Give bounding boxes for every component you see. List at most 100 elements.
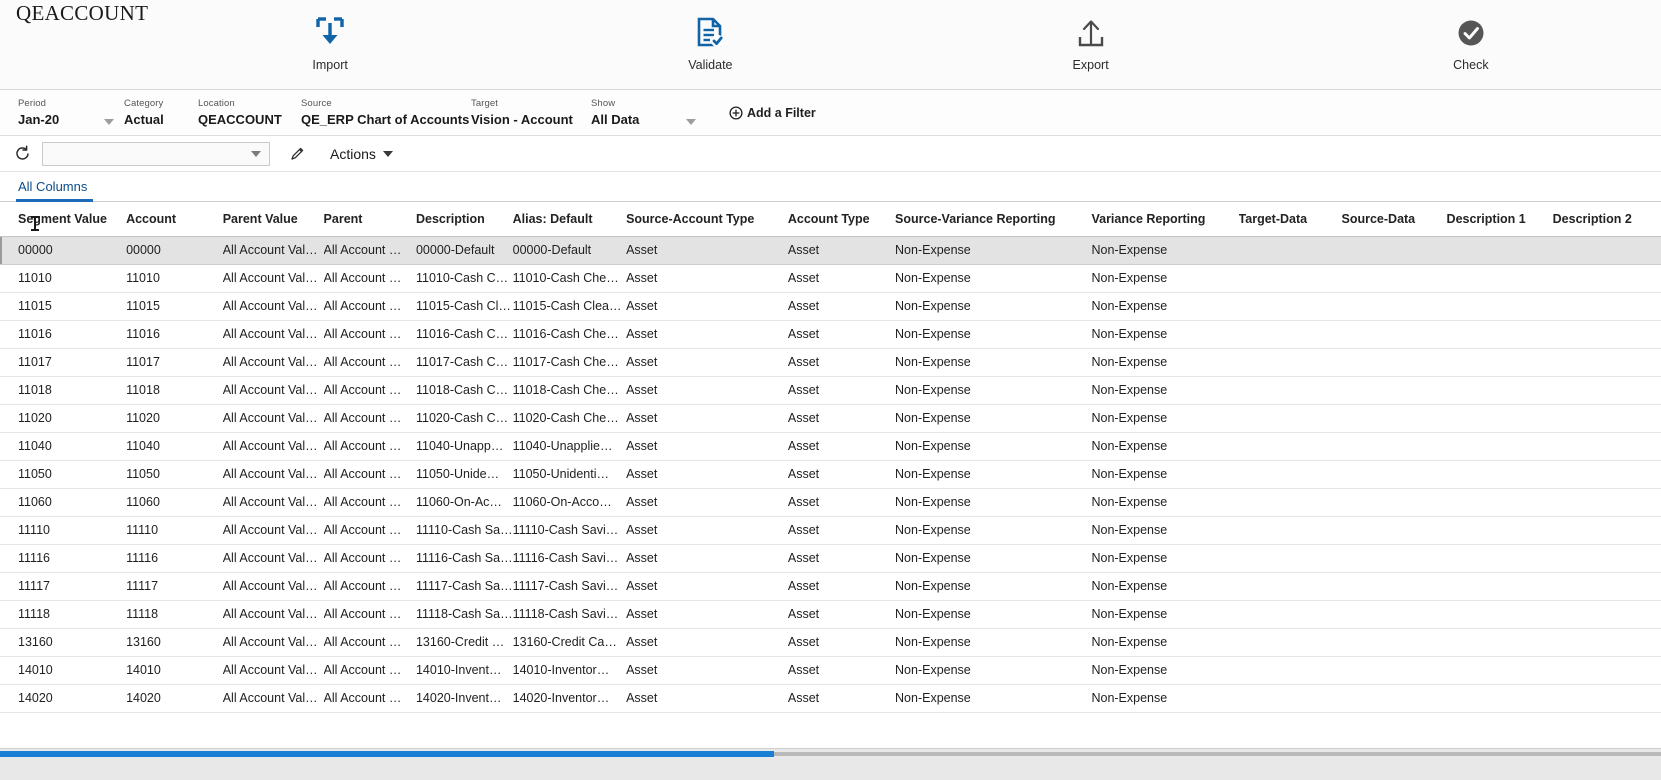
cell-alias_default[interactable]: 11015-Cash Clea… (513, 292, 626, 320)
cell-source_variance_reporting[interactable]: Non-Expense (895, 432, 1091, 460)
cell-variance_reporting[interactable]: Non-Expense (1091, 600, 1238, 628)
cell-description[interactable]: 11017-Cash C… (416, 348, 513, 376)
cell-account_type[interactable]: Asset (788, 572, 895, 600)
column-header-account[interactable]: Account (126, 202, 223, 236)
cell-description_2[interactable] (1553, 292, 1661, 320)
table-row[interactable]: 1102011020All Account Val…All Account …1… (0, 404, 1661, 432)
cell-parent_value[interactable]: All Account Val… (223, 292, 324, 320)
cell-variance_reporting[interactable]: Non-Expense (1091, 544, 1238, 572)
cell-source_account_type[interactable]: Asset (626, 684, 788, 712)
cell-description_1[interactable] (1447, 264, 1553, 292)
cell-parent_value[interactable]: All Account Val… (223, 656, 324, 684)
cell-description_2[interactable] (1553, 264, 1661, 292)
filter-category[interactable]: Category Actual (120, 90, 198, 136)
cell-source_variance_reporting[interactable]: Non-Expense (895, 264, 1091, 292)
cell-alias_default[interactable]: 11040-Unapplie… (513, 432, 626, 460)
cell-source_data[interactable] (1342, 572, 1447, 600)
cell-description_1[interactable] (1447, 404, 1553, 432)
cell-target_data[interactable] (1239, 628, 1342, 656)
cell-target_data[interactable] (1239, 432, 1342, 460)
cell-description_1[interactable] (1447, 572, 1553, 600)
cell-segment_value[interactable]: 11040 (0, 432, 126, 460)
chevron-down-icon[interactable] (251, 151, 261, 157)
cell-source_variance_reporting[interactable]: Non-Expense (895, 656, 1091, 684)
cell-source_account_type[interactable]: Asset (626, 460, 788, 488)
cell-parent[interactable]: All Account … (324, 488, 416, 516)
cell-parent[interactable]: All Account … (324, 348, 416, 376)
cell-account_type[interactable]: Asset (788, 488, 895, 516)
actions-menu-button[interactable]: Actions (330, 146, 393, 162)
cell-variance_reporting[interactable]: Non-Expense (1091, 264, 1238, 292)
table-row[interactable]: 0000000000All Account Val…All Account …0… (0, 236, 1661, 264)
cell-source_data[interactable] (1342, 236, 1447, 264)
cell-variance_reporting[interactable]: Non-Expense (1091, 292, 1238, 320)
cell-description[interactable]: 14020-Invent… (416, 684, 513, 712)
cell-description_1[interactable] (1447, 600, 1553, 628)
cell-variance_reporting[interactable]: Non-Expense (1091, 516, 1238, 544)
table-row[interactable]: 1316013160All Account Val…All Account …1… (0, 628, 1661, 656)
cell-segment_value[interactable]: 11110 (0, 516, 126, 544)
cell-account[interactable]: 11020 (126, 404, 223, 432)
horizontal-scrollbar[interactable] (0, 748, 1661, 780)
cell-alias_default[interactable]: 14020-Inventor… (513, 684, 626, 712)
cell-description_2[interactable] (1553, 376, 1661, 404)
chevron-down-icon[interactable] (104, 119, 114, 125)
table-row[interactable]: 1101711017All Account Val…All Account …1… (0, 348, 1661, 376)
cell-parent[interactable]: All Account … (324, 320, 416, 348)
cell-parent[interactable]: All Account … (324, 292, 416, 320)
cell-account[interactable]: 14010 (126, 656, 223, 684)
cell-source_variance_reporting[interactable]: Non-Expense (895, 544, 1091, 572)
cell-source_data[interactable] (1342, 684, 1447, 712)
cell-variance_reporting[interactable]: Non-Expense (1091, 404, 1238, 432)
cell-description[interactable]: 11040-Unapp… (416, 432, 513, 460)
cell-parent[interactable]: All Account … (324, 264, 416, 292)
cell-account_type[interactable]: Asset (788, 376, 895, 404)
cell-variance_reporting[interactable]: Non-Expense (1091, 628, 1238, 656)
cell-source_account_type[interactable]: Asset (626, 292, 788, 320)
cell-parent[interactable]: All Account … (324, 656, 416, 684)
cell-account[interactable]: 11110 (126, 516, 223, 544)
cell-segment_value[interactable]: 11117 (0, 572, 126, 600)
cell-target_data[interactable] (1239, 292, 1342, 320)
cell-description_1[interactable] (1447, 376, 1553, 404)
cell-description[interactable]: 11015-Cash Cl… (416, 292, 513, 320)
table-row[interactable]: 1101811018All Account Val…All Account …1… (0, 376, 1661, 404)
cell-description_2[interactable] (1553, 404, 1661, 432)
validate-action[interactable]: Validate (520, 0, 900, 72)
cell-description_2[interactable] (1553, 628, 1661, 656)
cell-source_variance_reporting[interactable]: Non-Expense (895, 320, 1091, 348)
cell-description_2[interactable] (1553, 656, 1661, 684)
cell-parent[interactable]: All Account … (324, 404, 416, 432)
cell-parent_value[interactable]: All Account Val… (223, 432, 324, 460)
cell-account[interactable]: 11016 (126, 320, 223, 348)
filter-period[interactable]: Period Jan-20 (0, 90, 120, 136)
cell-account_type[interactable]: Asset (788, 320, 895, 348)
cell-parent_value[interactable]: All Account Val… (223, 404, 324, 432)
cell-alias_default[interactable]: 11117-Cash Savi… (513, 572, 626, 600)
export-action[interactable]: Export (901, 0, 1281, 72)
cell-description_2[interactable] (1553, 544, 1661, 572)
cell-variance_reporting[interactable]: Non-Expense (1091, 572, 1238, 600)
cell-segment_value[interactable]: 11015 (0, 292, 126, 320)
cell-target_data[interactable] (1239, 404, 1342, 432)
cell-source_data[interactable] (1342, 656, 1447, 684)
cell-alias_default[interactable]: 11018-Cash Che… (513, 376, 626, 404)
cell-description_1[interactable] (1447, 628, 1553, 656)
cell-parent[interactable]: All Account … (324, 684, 416, 712)
cell-account[interactable]: 11017 (126, 348, 223, 376)
table-row[interactable]: 1402014020All Account Val…All Account …1… (0, 684, 1661, 712)
table-row[interactable]: 1401014010All Account Val…All Account …1… (0, 656, 1661, 684)
table-row[interactable]: 1111611116All Account Val…All Account …1… (0, 544, 1661, 572)
cell-source_data[interactable] (1342, 544, 1447, 572)
column-header-source_variance_reporting[interactable]: Source-Variance Reporting (895, 202, 1091, 236)
cell-target_data[interactable] (1239, 376, 1342, 404)
cell-segment_value[interactable]: 11017 (0, 348, 126, 376)
edit-view-button[interactable] (286, 143, 308, 165)
cell-source_variance_reporting[interactable]: Non-Expense (895, 684, 1091, 712)
cell-account[interactable]: 11117 (126, 572, 223, 600)
cell-alias_default[interactable]: 11017-Cash Che… (513, 348, 626, 376)
cell-parent[interactable]: All Account … (324, 460, 416, 488)
table-row[interactable]: 1106011060All Account Val…All Account …1… (0, 488, 1661, 516)
cell-parent[interactable]: All Account … (324, 572, 416, 600)
cell-variance_reporting[interactable]: Non-Expense (1091, 236, 1238, 264)
